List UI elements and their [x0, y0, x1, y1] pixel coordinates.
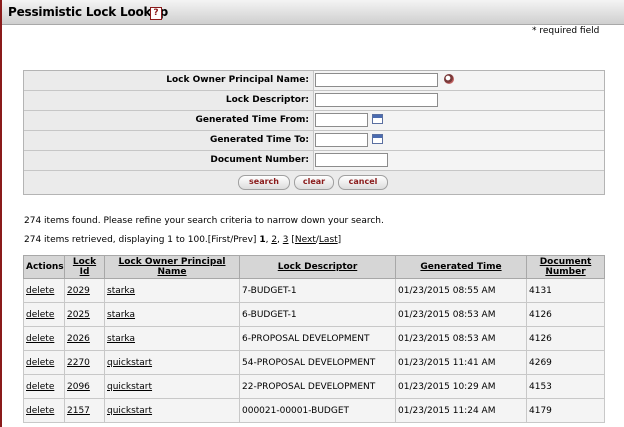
document-number-cell: 4126	[526, 326, 605, 351]
calendar-icon[interactable]	[372, 114, 383, 124]
delete-link[interactable]: delete	[23, 326, 65, 351]
page-3-link[interactable]: 3	[283, 235, 289, 245]
search-row-descriptor: Lock Descriptor:	[24, 91, 604, 111]
document-number-cell: 4269	[526, 350, 605, 375]
retrieved-message: 274 items retrieved, displaying 1 to 100…	[24, 235, 208, 245]
table-row: delete 2029 starka 7-BUDGET-1 01/23/2015 08:…	[23, 278, 605, 303]
owner-link[interactable]: quickstart	[104, 374, 240, 399]
owner-input[interactable]	[315, 73, 438, 87]
col-generated-time[interactable]: Generated Time	[395, 255, 527, 279]
search-row-time-to: Generated Time To:	[24, 131, 604, 151]
clear-button[interactable]: clear	[294, 175, 334, 190]
time-from-input[interactable]	[315, 113, 368, 127]
document-number-cell: 4153	[526, 374, 605, 399]
search-criteria-panel: Lock Owner Principal Name: Lock Descript…	[23, 70, 605, 195]
delete-link[interactable]: delete	[23, 398, 65, 423]
results-table: Actions Lock Id Lock Owner Principal Nam…	[23, 255, 605, 423]
lock-descriptor-cell: 000021-00001-BUDGET	[239, 398, 396, 423]
search-row-document-number: Document Number:	[24, 151, 604, 171]
lock-id-link[interactable]: 2270	[64, 350, 105, 375]
table-row: delete 2025 starka 6-BUDGET-1 01/23/2015 08:…	[23, 302, 605, 327]
document-number-cell: 4126	[526, 302, 605, 327]
delete-link[interactable]: delete	[23, 278, 65, 303]
items-found-message: 274 items found. Please refine your sear…	[24, 216, 384, 226]
col-actions: Actions	[23, 255, 65, 279]
help-icon[interactable]: ?	[150, 7, 162, 20]
owner-link[interactable]: starka	[104, 326, 240, 351]
lock-descriptor-cell: 6-BUDGET-1	[239, 302, 396, 327]
search-button[interactable]: search	[238, 175, 290, 190]
page-title: Pessimistic Lock Lookup	[8, 5, 169, 19]
document-number-input[interactable]	[315, 153, 388, 167]
lock-id-link[interactable]: 2096	[64, 374, 105, 399]
time-to-input[interactable]	[315, 133, 368, 147]
pagination: 274 items retrieved, displaying 1 to 100…	[24, 235, 342, 245]
delete-link[interactable]: delete	[23, 374, 65, 399]
time-from-label: Generated Time From:	[195, 115, 309, 125]
first-prev-label: [First/Prev]	[207, 235, 257, 245]
owner-label: Lock Owner Principal Name:	[166, 75, 309, 85]
owner-link[interactable]: quickstart	[104, 350, 240, 375]
owner-link[interactable]: starka	[104, 278, 240, 303]
lookup-icon[interactable]	[444, 74, 454, 84]
lock-id-link[interactable]: 2029	[64, 278, 105, 303]
required-field-note: * required field	[532, 26, 600, 36]
owner-link[interactable]: quickstart	[104, 398, 240, 423]
search-row-owner: Lock Owner Principal Name:	[24, 71, 604, 91]
generated-time-cell: 01/23/2015 11:24 AM	[395, 398, 527, 423]
page-header: Pessimistic Lock Lookup ?	[2, 0, 624, 25]
col-lock-descriptor[interactable]: Lock Descriptor	[239, 255, 396, 279]
lock-id-link[interactable]: 2026	[64, 326, 105, 351]
cancel-button[interactable]: cancel	[338, 175, 388, 190]
lock-descriptor-cell: 54-PROPOSAL DEVELOPMENT	[239, 350, 396, 375]
delete-link[interactable]: delete	[23, 350, 65, 375]
page-2-link[interactable]: 2	[271, 235, 277, 245]
search-row-time-from: Generated Time From:	[24, 111, 604, 131]
calendar-icon[interactable]	[372, 134, 383, 144]
search-buttons: search clear cancel	[24, 171, 604, 193]
table-row: delete 2157 quickstart 000021-00001-BUDGET 0…	[23, 398, 605, 423]
generated-time-cell: 01/23/2015 08:53 AM	[395, 326, 527, 351]
col-lock-owner[interactable]: Lock Owner Principal Name	[104, 255, 240, 279]
page-1-current: 1	[259, 235, 266, 245]
document-number-cell: 4131	[526, 278, 605, 303]
last-link[interactable]: Last	[319, 235, 338, 245]
table-row: delete 2096 quickstart 22-PROPOSAL DEVELOPM…	[23, 374, 605, 399]
next-link[interactable]: Next	[295, 235, 316, 245]
lock-descriptor-cell: 22-PROPOSAL DEVELOPMENT	[239, 374, 396, 399]
lock-descriptor-cell: 7-BUDGET-1	[239, 278, 396, 303]
generated-time-cell: 01/23/2015 08:53 AM	[395, 302, 527, 327]
lock-descriptor-cell: 6-PROPOSAL DEVELOPMENT	[239, 326, 396, 351]
document-number-cell: 4179	[526, 398, 605, 423]
delete-link[interactable]: delete	[23, 302, 65, 327]
time-to-label: Generated Time To:	[209, 135, 309, 145]
lock-id-link[interactable]: 2157	[64, 398, 105, 423]
table-header-row: Actions Lock Id Lock Owner Principal Nam…	[23, 255, 605, 279]
table-row: delete 2270 quickstart 54-PROPOSAL DEVELOPM…	[23, 350, 605, 375]
document-number-label: Document Number:	[210, 155, 309, 165]
pager-close-bracket: ]	[337, 235, 342, 245]
generated-time-cell: 01/23/2015 11:41 AM	[395, 350, 527, 375]
generated-time-cell: 01/23/2015 08:55 AM	[395, 278, 527, 303]
owner-link[interactable]: starka	[104, 302, 240, 327]
descriptor-input[interactable]	[315, 93, 438, 107]
col-document-number[interactable]: Document Number	[526, 255, 605, 279]
lock-id-link[interactable]: 2025	[64, 302, 105, 327]
generated-time-cell: 01/23/2015 10:29 AM	[395, 374, 527, 399]
left-accent-bar	[0, 0, 2, 427]
table-row: delete 2026 starka 6-PROPOSAL DEVELOPMENT 01…	[23, 326, 605, 351]
descriptor-label: Lock Descriptor:	[225, 95, 309, 105]
col-lock-id[interactable]: Lock Id	[64, 255, 105, 279]
